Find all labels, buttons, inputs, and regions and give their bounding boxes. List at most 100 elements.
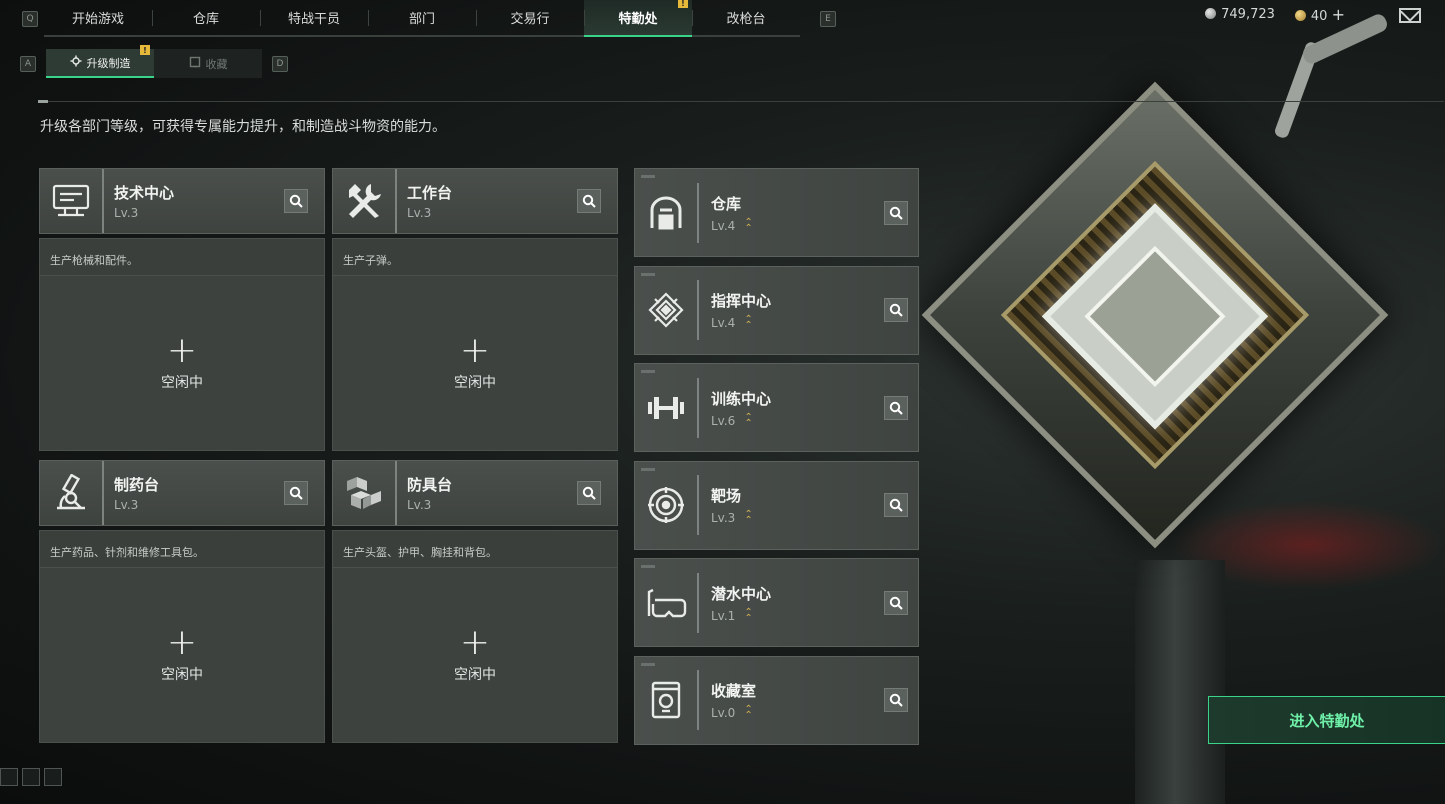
dumbbell-icon <box>635 377 699 438</box>
search-icon[interactable] <box>884 200 908 225</box>
production-header[interactable]: 工作台 Lv.3 <box>332 168 618 234</box>
search-icon[interactable] <box>884 493 908 517</box>
search-icon[interactable] <box>284 189 308 213</box>
search-icon[interactable] <box>577 189 601 213</box>
key-hint-e: E <box>820 10 836 27</box>
upgrade-chevron-icon: ⌃ ⌃ <box>744 216 753 234</box>
toolbar-slot-icon[interactable] <box>44 768 62 786</box>
chip-icon <box>635 280 699 340</box>
subtab-label: 升级制造 <box>86 56 131 70</box>
department-level: Lv.4 <box>711 316 736 330</box>
background-scene <box>920 0 1445 804</box>
coin-balance[interactable]: 749,723 <box>1205 7 1275 22</box>
search-icon[interactable] <box>884 298 908 322</box>
tools-icon <box>333 169 397 233</box>
sub-tabs: 升级制造! 收藏 <box>46 45 262 78</box>
department-card[interactable]: 靶场 Lv.3 ⌃ ⌃ <box>634 460 919 550</box>
station-description: 生产头盔、护甲、胸挂和背包。 <box>332 530 618 568</box>
tab-3[interactable]: 部门 <box>368 0 476 37</box>
key-hint-d: D <box>272 55 288 72</box>
tab-5[interactable]: 特勤处! <box>584 0 692 37</box>
production-slot[interactable]: + 空闲中 <box>332 568 618 743</box>
tab-label: 改枪台 <box>726 12 766 27</box>
search-icon[interactable] <box>884 688 908 712</box>
mail-icon[interactable] <box>1399 8 1421 23</box>
search-icon[interactable] <box>284 481 308 505</box>
slot-status: 空闲中 <box>161 375 203 391</box>
page-description: 升级各部门等级，可获得专属能力提升，和制造战斗物资的能力。 <box>40 119 446 135</box>
department-name: 训练中心 <box>711 389 772 408</box>
station-name: 工作台 <box>407 184 453 202</box>
ticket-balance[interactable]: 40 + <box>1294 5 1345 24</box>
department-name: 靶场 <box>711 487 742 505</box>
display-case-icon <box>635 670 699 730</box>
plus-icon: + <box>166 622 198 663</box>
production-header[interactable]: 制药台 Lv.3 <box>39 460 325 526</box>
tab-6[interactable]: 改枪台 <box>692 0 800 37</box>
tab-label: 部门 <box>408 12 435 27</box>
upgrade-chevron-icon: ⌃ ⌃ <box>744 411 753 429</box>
department-card[interactable]: 收藏室 Lv.0 ⌃ ⌃ <box>634 655 919 745</box>
department-card[interactable]: 仓库 Lv.4 ⌃ ⌃ <box>634 168 919 257</box>
upgrade-chevron-icon: ⌃ ⌃ <box>744 314 753 331</box>
station-description: 生产药品、针剂和维修工具包。 <box>39 530 325 568</box>
department-name: 收藏室 <box>711 682 757 700</box>
department-card[interactable]: 训练中心 Lv.6 ⌃ ⌃ <box>634 363 919 452</box>
production-slot[interactable]: + 空闲中 <box>39 276 325 451</box>
tab-2[interactable]: 特战干员 <box>260 0 368 37</box>
tab-4[interactable]: 交易行 <box>476 0 584 37</box>
department-level: Lv.4 <box>711 218 736 233</box>
key-hint-q: Q <box>22 10 38 27</box>
station-level: Lv.3 <box>407 498 432 512</box>
department-card[interactable]: 指挥中心 Lv.4 ⌃ ⌃ <box>634 265 919 355</box>
gold-coin-icon <box>1294 10 1306 21</box>
production-header[interactable]: 技术中心 Lv.3 <box>39 168 325 234</box>
corner-tag <box>641 565 655 568</box>
upgrade-chevron-icon: ⌃ ⌃ <box>744 704 753 721</box>
production-card: 技术中心 Lv.3 生产枪械和配件。 + 空闲中 <box>39 168 325 451</box>
upgrade-chevron-icon: ⌃ ⌃ <box>744 509 753 526</box>
key-hint-a: A <box>20 55 36 72</box>
station-name: 技术中心 <box>114 184 175 202</box>
toolbar-slot-icon[interactable] <box>0 768 18 786</box>
tab-1[interactable]: 仓库 <box>152 0 260 37</box>
station-level: Lv.3 <box>114 206 139 220</box>
production-slot[interactable]: + 空闲中 <box>332 276 618 451</box>
enter-special-ops-button[interactable]: 进入特勤处 <box>1208 696 1445 744</box>
station-name: 制药台 <box>114 476 160 494</box>
tab-label: 交易行 <box>510 12 550 27</box>
production-header[interactable]: 防具台 Lv.3 <box>332 460 618 526</box>
plus-icon: + <box>166 330 198 371</box>
bottom-toolbar <box>0 768 62 786</box>
department-name: 仓库 <box>711 194 742 213</box>
department-name: 指挥中心 <box>711 292 772 310</box>
tab-0[interactable]: 开始游戏 <box>44 0 152 37</box>
department-name: 潜水中心 <box>711 584 772 603</box>
search-icon[interactable] <box>884 395 908 420</box>
coin-icon <box>1205 8 1217 19</box>
department-level: Lv.0 <box>711 706 736 720</box>
upgrade-chevron-icon: ⌃ ⌃ <box>744 606 753 624</box>
toolbar-slot-icon[interactable] <box>22 768 40 786</box>
production-card: 工作台 Lv.3 生产子弹。 + 空闲中 <box>332 168 618 451</box>
station-level: Lv.3 <box>407 206 432 220</box>
subtab-label: 收藏 <box>205 57 228 71</box>
production-card: 防具台 Lv.3 生产头盔、护甲、胸挂和背包。 + 空闲中 <box>332 460 618 743</box>
collection-icon <box>189 56 201 71</box>
notification-badge: ! <box>678 0 688 8</box>
subtab-collection[interactable]: 收藏 <box>154 49 262 78</box>
research-cube <box>921 81 1389 549</box>
boxes-icon <box>333 461 397 525</box>
department-card[interactable]: 潜水中心 Lv.1 ⌃ ⌃ <box>634 558 919 647</box>
corner-tag <box>641 175 655 178</box>
station-description: 生产子弹。 <box>332 238 618 276</box>
subtab-upgrade-craft[interactable]: 升级制造! <box>46 45 154 78</box>
production-slot[interactable]: + 空闲中 <box>39 568 325 743</box>
computer-icon <box>40 169 104 233</box>
search-icon[interactable] <box>884 590 908 615</box>
corner-tag <box>641 467 655 471</box>
search-icon[interactable] <box>577 481 601 505</box>
add-tickets-button[interactable]: + <box>1332 5 1345 24</box>
plus-icon: + <box>459 330 491 371</box>
notification-badge: ! <box>140 45 150 55</box>
